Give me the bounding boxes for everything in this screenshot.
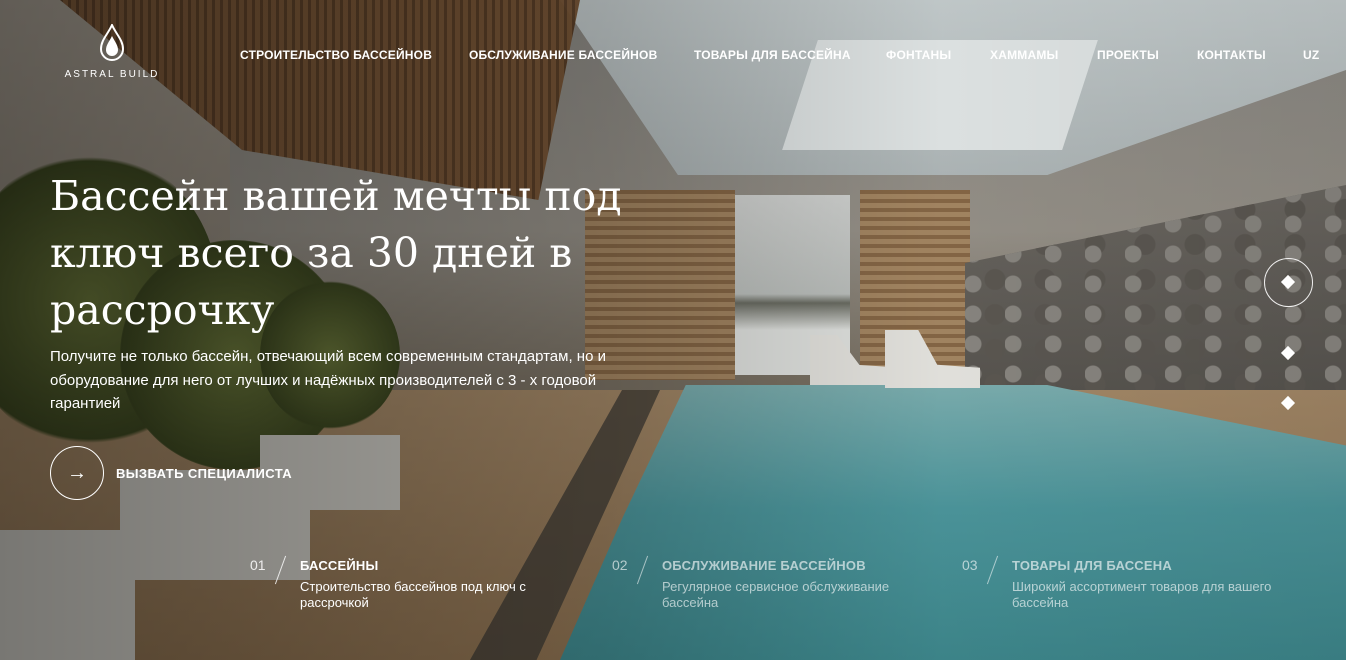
hero-title: Бассейн вашей мечты под ключ всего за 30… — [50, 172, 622, 334]
feature-divider — [274, 555, 287, 585]
logo-text: ASTRAL BUILD — [64, 69, 160, 80]
feature-item-products[interactable]: 03 ТОВАРЫ ДЛЯ БАССЕНА Широкий ассортимен… — [962, 555, 1282, 615]
feature-item-service[interactable]: 02 ОБСЛУЖИВАНИЕ БАССЕЙНОВ Регулярное сер… — [612, 555, 932, 615]
feature-description: Строительство бассейнов под ключ с расср… — [300, 579, 526, 610]
feature-number: 03 — [962, 557, 978, 573]
feature-title: ТОВАРЫ ДЛЯ БАССЕНА — [1012, 558, 1172, 573]
feature-title: ОБСЛУЖИВАНИЕ БАССЕЙНОВ — [662, 558, 866, 573]
nav-item-pool-products[interactable]: ТОВАРЫ ДЛЯ БАССЕЙНА — [694, 48, 851, 62]
language-switch-uz[interactable]: UZ — [1303, 48, 1319, 62]
feature-number: 02 — [612, 557, 628, 573]
call-specialist-button[interactable]: → ВЫЗВАТЬ СПЕЦИАЛИСТА — [50, 446, 292, 500]
feature-description: Широкий ассортимент товаров для вашего б… — [1012, 579, 1272, 610]
call-specialist-label: ВЫЗВАТЬ СПЕЦИАЛИСТА — [116, 465, 293, 481]
feature-description: Регулярное сервисное обслуживание бассей… — [662, 579, 890, 610]
feature-number: 01 — [250, 557, 266, 573]
nav-item-contacts[interactable]: КОНТАКТЫ — [1197, 48, 1266, 62]
nav-item-pool-construction[interactable]: СТРОИТЕЛЬСТВО БАССЕЙНОВ — [240, 48, 432, 62]
nav-item-hammams[interactable]: ХАММАМЫ — [990, 48, 1058, 62]
feature-divider — [636, 555, 649, 585]
feature-item-pools[interactable]: 01 БАССЕЙНЫ Строительство бассейнов под … — [250, 555, 570, 615]
feature-divider — [986, 555, 999, 585]
nav-item-pool-service[interactable]: ОБСЛУЖИВАНИЕ БАССЕЙНОВ — [469, 48, 657, 62]
hero-description: Получите не только бассейн, отвечающий в… — [50, 348, 606, 412]
nav-item-fountains[interactable]: ФОНТАНЫ — [886, 48, 951, 62]
main-nav: СТРОИТЕЛЬСТВО БАССЕЙНОВ ОБСЛУЖИВАНИЕ БАС… — [0, 48, 1346, 64]
arrow-right-icon: → — [50, 446, 104, 500]
nav-item-projects[interactable]: ПРОЕКТЫ — [1097, 48, 1159, 62]
feature-title: БАССЕЙНЫ — [300, 558, 379, 573]
